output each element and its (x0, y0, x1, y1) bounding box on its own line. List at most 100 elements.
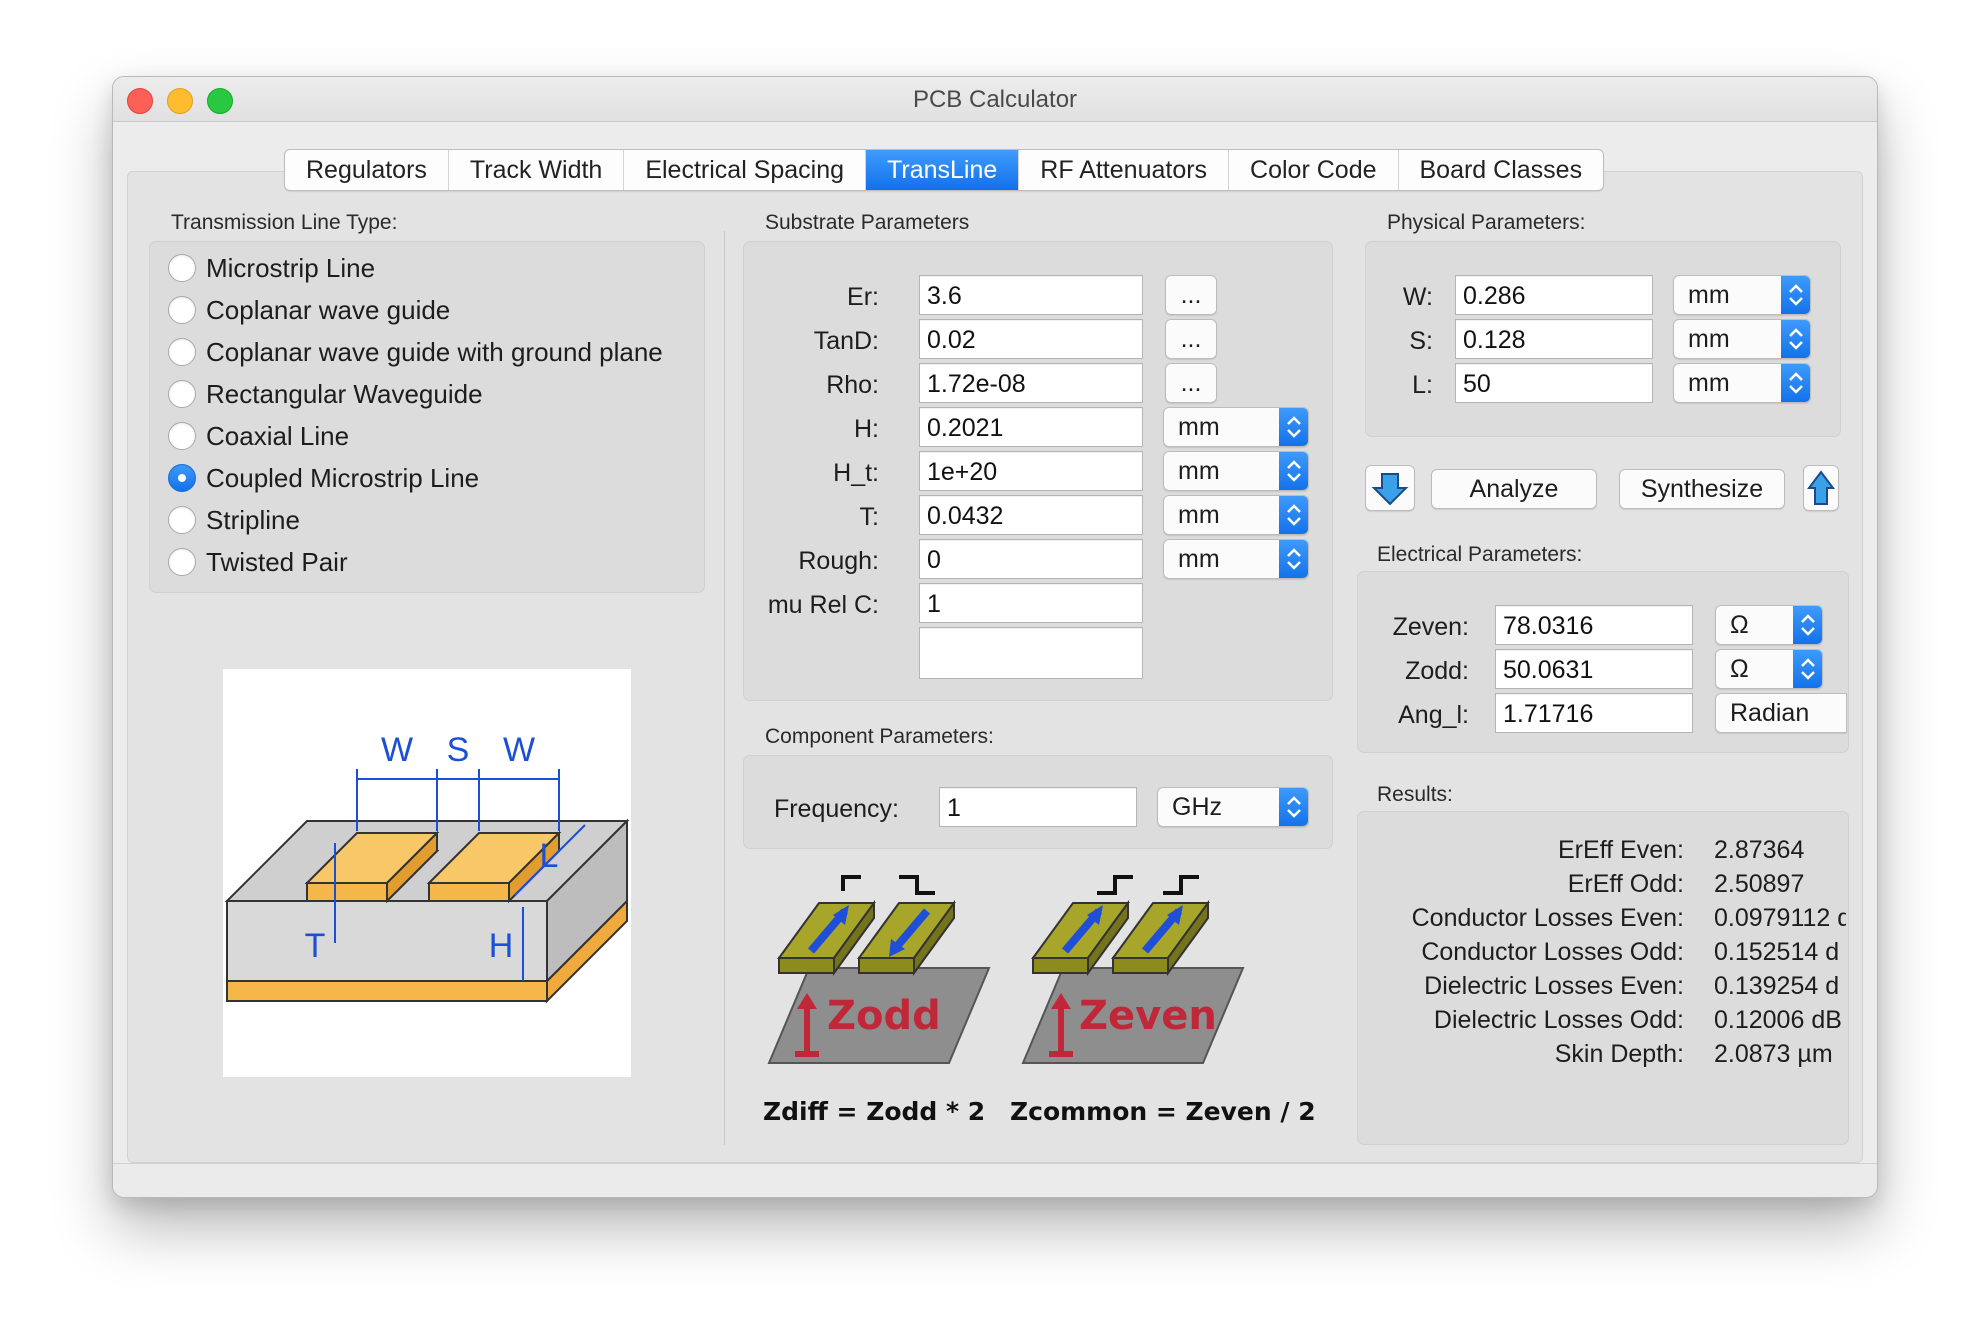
frequency-label: Frequency: (773, 795, 899, 823)
tand-options-button[interactable]: ... (1165, 319, 1217, 359)
synthesize-button[interactable]: Synthesize (1619, 469, 1785, 509)
radio-button[interactable] (168, 380, 196, 408)
s-label: S: (1409, 327, 1433, 355)
tab-color-code[interactable]: Color Code (1229, 150, 1399, 190)
zodd-unit-value: Ω (1730, 655, 1749, 683)
tand-field[interactable]: 0.02 (919, 319, 1143, 359)
radio-label: Coupled Microstrip Line (206, 462, 480, 493)
frequency-unit-select[interactable]: GHz (1157, 787, 1309, 827)
diagram-label-w2: W (503, 731, 535, 769)
tab-regulators[interactable]: Regulators (285, 150, 449, 190)
mu-rel-c-field[interactable]: 1 (919, 583, 1143, 623)
tand-label: TanD: (813, 327, 879, 355)
result-label-conductor-losses-even: Conductor Losses Even: (1411, 904, 1684, 932)
window-title: PCB Calculator (912, 86, 1078, 113)
zcommon-formula: Zcommon = Zeven / 2 (1010, 1097, 1316, 1126)
radio-stripline[interactable]: Stripline (168, 502, 300, 538)
radio-label: Twisted Pair (206, 546, 348, 577)
radio-button[interactable] (168, 506, 196, 534)
h-t-unit-select[interactable]: mm (1163, 451, 1309, 491)
s-unit-select[interactable]: mm (1673, 319, 1811, 359)
zodd-unit-select[interactable]: Ω (1715, 649, 1823, 689)
diagram-label-w1: W (381, 731, 413, 769)
radio-button[interactable] (168, 254, 196, 282)
frequency-field[interactable]: 1 (939, 787, 1137, 827)
radio-rectangular-waveguide[interactable]: Rectangular Waveguide (168, 376, 483, 412)
radio-coplanar-wave-guide[interactable]: Coplanar wave guide (168, 292, 450, 328)
h-field[interactable]: 0.2021 (919, 407, 1143, 447)
tab-bar: Regulators Track Width Electrical Spacin… (284, 149, 1605, 191)
l-unit-select[interactable]: mm (1673, 363, 1811, 403)
chevron-updown-icon (1781, 364, 1810, 402)
w-unit-select[interactable]: mm (1673, 275, 1811, 315)
l-unit-value: mm (1688, 369, 1730, 397)
t-unit-select[interactable]: mm (1163, 495, 1309, 535)
er-field[interactable]: 3.6 (919, 275, 1143, 315)
radio-twisted-pair[interactable]: Twisted Pair (168, 544, 348, 580)
analyze-arrow-button[interactable] (1365, 465, 1415, 511)
chevron-updown-icon (1279, 788, 1308, 826)
analyze-button[interactable]: Analyze (1431, 469, 1597, 509)
tab-rf-attenuators[interactable]: RF Attenuators (1019, 150, 1230, 190)
t-field[interactable]: 0.0432 (919, 495, 1143, 535)
zodd-label: Zodd: (1405, 657, 1469, 685)
tab-track-width[interactable]: Track Width (449, 150, 625, 190)
results-group: ErEff Even: 2.87364 ErEff Odd: 2.50897 C… (1357, 811, 1849, 1145)
radio-coplanar-wave-guide-ground[interactable]: Coplanar wave guide with ground plane (168, 334, 663, 370)
rough-unit-select[interactable]: mm (1163, 539, 1309, 579)
ang-l-field[interactable]: 1.71716 (1495, 693, 1693, 733)
ang-l-unit-select[interactable]: Radian (1715, 693, 1847, 733)
column-divider (724, 231, 725, 1145)
result-label-dielectric-losses-even: Dielectric Losses Even: (1424, 972, 1684, 1000)
tab-transline[interactable]: TransLine (866, 150, 1020, 190)
zeven-unit-select[interactable]: Ω (1715, 605, 1823, 645)
diagram-label-t: T (305, 927, 326, 965)
w-field[interactable]: 0.286 (1455, 275, 1653, 315)
radio-coaxial-line[interactable]: Coaxial Line (168, 418, 349, 454)
radio-microstrip-line[interactable]: Microstrip Line (168, 250, 375, 286)
tab-board-classes[interactable]: Board Classes (1399, 150, 1604, 190)
zodd-field[interactable]: 50.0631 (1495, 649, 1693, 689)
rho-options-button[interactable]: ... (1165, 363, 1217, 403)
t-unit-value: mm (1178, 501, 1220, 529)
title-bar: PCB Calculator (113, 77, 1877, 122)
status-bar (113, 1163, 1877, 1197)
h-unit-select[interactable]: mm (1163, 407, 1309, 447)
radio-label: Stripline (206, 504, 300, 535)
synthesize-arrow-button[interactable] (1803, 465, 1839, 511)
diagram-label-s: S (447, 731, 470, 769)
radio-button[interactable] (168, 338, 196, 366)
tab-electrical-spacing[interactable]: Electrical Spacing (624, 150, 867, 190)
radio-button[interactable] (168, 296, 196, 324)
result-value-ereff-even: 2.87364 (1714, 836, 1805, 864)
l-label: L: (1412, 371, 1433, 399)
radio-button-selected[interactable] (168, 464, 196, 492)
radio-button[interactable] (168, 548, 196, 576)
radio-button[interactable] (168, 422, 196, 450)
diagram-label-h: H (489, 927, 514, 965)
radio-label: Coplanar wave guide with ground plane (206, 336, 663, 367)
rough-field[interactable]: 0 (919, 539, 1143, 579)
extra-field[interactable] (919, 627, 1143, 679)
diagram-label-l: L (540, 837, 559, 875)
result-label-ereff-odd: ErEff Odd: (1567, 870, 1684, 898)
result-value-conductor-losses-even: 0.0979112 d (1714, 904, 1846, 932)
h-unit-value: mm (1178, 413, 1220, 441)
frequency-unit-value: GHz (1172, 793, 1222, 821)
s-unit-value: mm (1688, 325, 1730, 353)
radio-coupled-microstrip-line[interactable]: Coupled Microstrip Line (168, 460, 479, 496)
l-field[interactable]: 50 (1455, 363, 1653, 403)
s-field[interactable]: 0.128 (1455, 319, 1653, 359)
er-options-button[interactable]: ... (1165, 275, 1217, 315)
chevron-updown-icon (1793, 606, 1822, 644)
w-unit-value: mm (1688, 281, 1730, 309)
result-value-skin-depth: 2.0873 µm (1714, 1040, 1833, 1068)
zeven-field[interactable]: 78.0316 (1495, 605, 1693, 645)
result-value-dielectric-losses-odd: 0.12006 dB (1714, 1006, 1842, 1034)
coupled-microstrip-diagram: W S W L T H (223, 669, 631, 1077)
rho-field[interactable]: 1.72e-08 (919, 363, 1143, 403)
chevron-updown-icon (1279, 496, 1308, 534)
h-t-field[interactable]: 1e+20 (919, 451, 1143, 491)
zdiff-formula: Zdiff = Zodd * 2 (763, 1097, 986, 1126)
h-t-label: H_t: (833, 459, 879, 487)
